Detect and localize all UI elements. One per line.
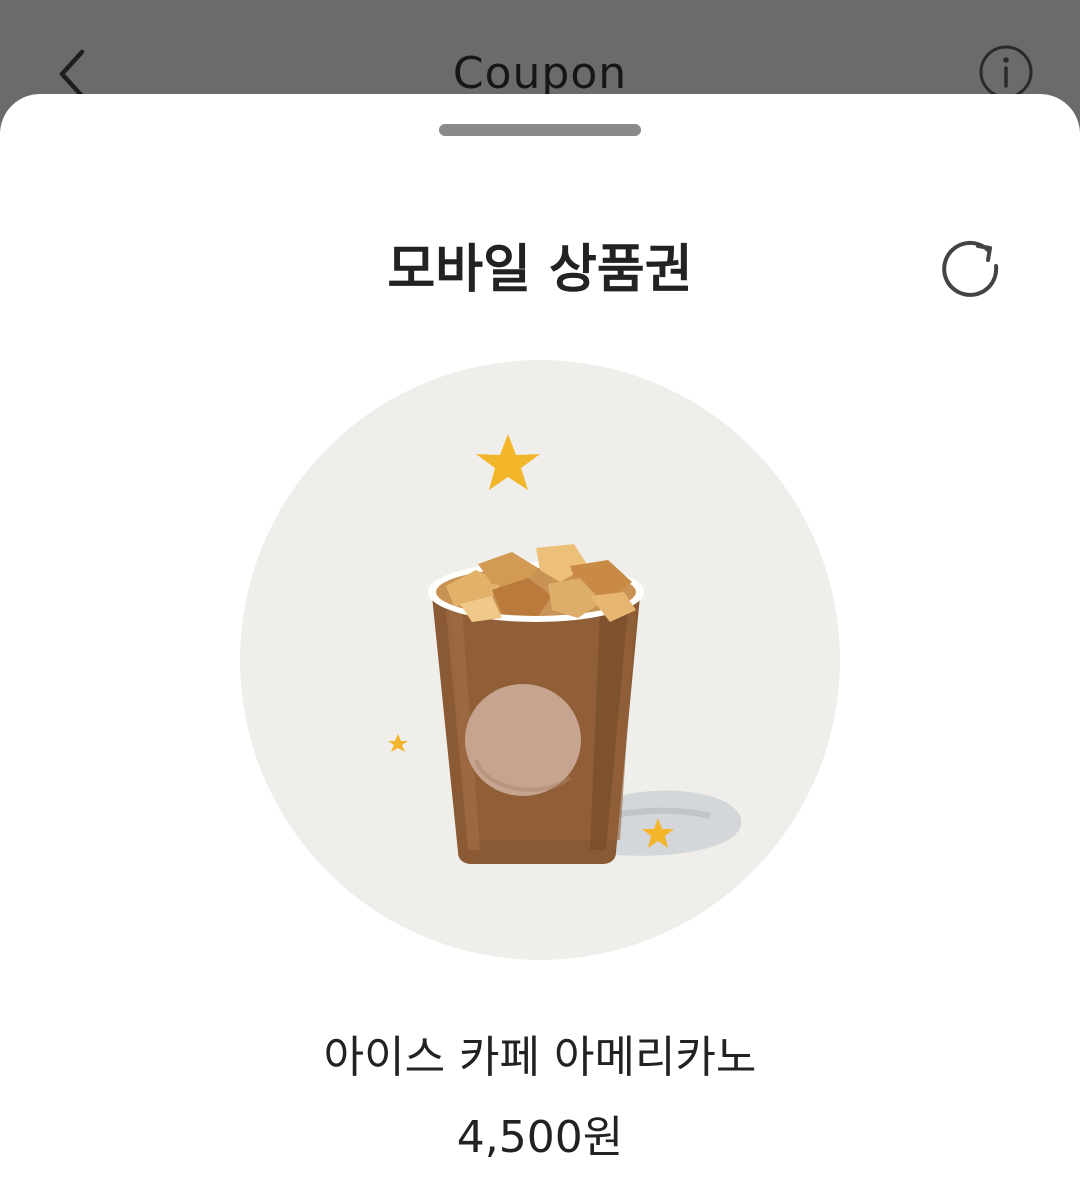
refresh-icon[interactable] bbox=[938, 236, 1004, 302]
product-name: 아이스 카페 아메리카노 bbox=[323, 1032, 757, 1083]
product-image-circle bbox=[240, 360, 840, 960]
product-price: 4,500원 bbox=[456, 1112, 624, 1163]
sheet-grab-handle[interactable] bbox=[439, 124, 641, 136]
coupon-bottom-sheet: 모바일 상품권 아이스 카페 아메리카노 4,500원 bbox=[0, 94, 1080, 1193]
info-icon[interactable] bbox=[978, 44, 1034, 100]
sheet-title: 모바일 상품권 bbox=[387, 240, 693, 300]
iced-coffee-cup-illustration bbox=[388, 434, 742, 864]
